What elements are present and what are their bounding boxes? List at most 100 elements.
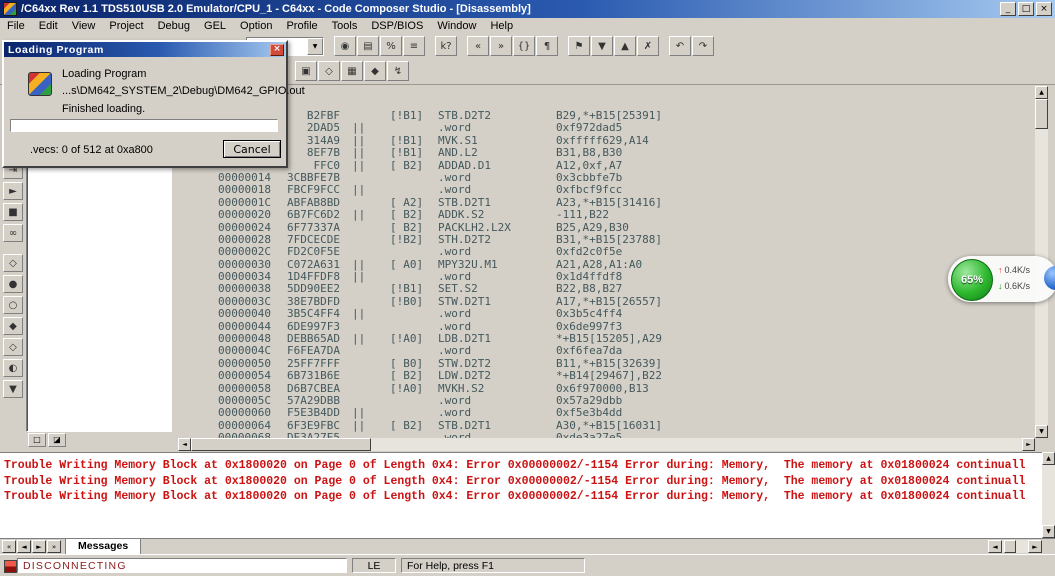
profile-clock-icon[interactable]: ◐ <box>3 359 23 377</box>
restore-button[interactable]: □ <box>1018 2 1034 16</box>
widget-ball-icon[interactable] <box>1044 266 1055 290</box>
address-cell: 00000038 <box>218 282 271 296</box>
animate-icon[interactable]: ∞ <box>3 224 23 242</box>
minimize-button[interactable]: _ <box>1000 2 1016 16</box>
build-output-pane[interactable]: Trouble Writing Memory Block at 0x180002… <box>0 452 1042 538</box>
match-brace-icon[interactable]: {} <box>513 36 535 56</box>
dialog-title: Loading Program <box>8 43 104 56</box>
menu-tools[interactable]: Tools <box>325 19 365 33</box>
clear-bookmarks-icon[interactable]: ✗ <box>637 36 659 56</box>
mixed-mode-icon[interactable]: % <box>380 36 402 56</box>
predicate-cell <box>390 122 438 134</box>
scroll-left-icon[interactable]: ◄ <box>988 540 1002 553</box>
disassembly-row[interactable]: 00000054 6B731B6E [ B2] LDW.D2T2 *+B14[29467… <box>178 369 1035 382</box>
menu-project[interactable]: Project <box>102 19 150 33</box>
section-progress-text: .vecs: 0 of 512 at 0xa800 <box>30 144 153 156</box>
toggle-probe-icon[interactable]: ◆ <box>3 317 23 335</box>
scroll-down-icon[interactable]: ▼ <box>1035 425 1048 438</box>
operands-cell: 0xf6fea7da <box>556 344 623 358</box>
next-tab-button[interactable]: ► <box>32 540 46 553</box>
disassembly-row[interactable]: 00000018 FBCF9FCC || .word 0xfbcf9fcc <box>178 183 1035 196</box>
parallel-cell: || <box>352 406 366 420</box>
title-bar[interactable]: /C64xx Rev 1.1 TDS510USB 2.0 Emulator/CP… <box>0 0 1055 18</box>
cancel-button[interactable]: Cancel <box>223 140 281 158</box>
disassembly-row[interactable]: 00000020 6B7FC6D2 || [ B2] ADDK.S2 -111,B22 <box>178 208 1035 221</box>
scroll-right-icon[interactable]: ► <box>1028 540 1042 553</box>
tab-messages[interactable]: Messages <box>65 538 142 555</box>
gel-run-icon[interactable]: ↯ <box>387 61 409 81</box>
halt-icon[interactable]: ■ <box>3 203 23 221</box>
last-tab-button[interactable]: » <box>47 540 61 553</box>
horizontal-scrollbar[interactable]: ◄ ► <box>178 438 1035 451</box>
memory-save-icon[interactable]: ▼ <box>3 380 23 398</box>
select-pointer-icon[interactable]: ▣ <box>295 61 317 81</box>
context-help-icon[interactable]: k? <box>435 36 457 56</box>
menu-gel[interactable]: GEL <box>197 19 233 33</box>
scroll-down-icon[interactable]: ▼ <box>1042 525 1055 538</box>
menu-window[interactable]: Window <box>430 19 483 33</box>
indent-icon[interactable]: » <box>490 36 512 56</box>
scroll-up-icon[interactable]: ▲ <box>1035 86 1048 99</box>
scroll-up-icon[interactable]: ▲ <box>1042 452 1055 465</box>
dialog-close-icon[interactable]: × <box>270 43 284 56</box>
first-tab-button[interactable]: « <box>2 540 16 553</box>
status-bar: DISCONNECTING LE For Help, press F1 <box>0 554 1055 576</box>
dialog-title-bar[interactable]: Loading Program × <box>4 42 286 57</box>
grab-hand-icon[interactable]: ◇ <box>318 61 340 81</box>
remove-probes-icon[interactable]: ◇ <box>3 338 23 356</box>
find-next-icon[interactable]: ◉ <box>334 36 356 56</box>
parallel-cell <box>340 283 390 295</box>
disassembly-row[interactable]: 2DAD5 || .word 0xf972dad5 <box>178 121 1035 134</box>
parallel-cell: || <box>352 307 366 321</box>
remove-breakpoints-icon[interactable]: ○ <box>3 296 23 314</box>
scroll-right-icon[interactable]: ► <box>1022 438 1035 451</box>
parallel-cell <box>340 172 390 184</box>
output-scrollbar[interactable]: ▲ ▼ <box>1042 452 1055 538</box>
operands-cell: 0x3b5c4ff4 <box>556 307 623 321</box>
horizontal-scroll-thumb[interactable] <box>191 438 371 451</box>
scroll-left-icon[interactable]: ◄ <box>178 438 191 451</box>
run-icon[interactable]: ► <box>3 182 23 200</box>
dialog-heading: Loading Program <box>62 68 147 80</box>
outdent-icon[interactable]: « <box>467 36 489 56</box>
tab-bar-scrollbar[interactable]: ◄ ► <box>988 540 1042 553</box>
close-button[interactable]: × <box>1036 2 1052 16</box>
menu-edit[interactable]: Edit <box>32 19 65 33</box>
run-free-icon[interactable]: ◇ <box>3 254 23 272</box>
disassembly-row[interactable]: 8EF7B || [!B1] AND.L2 B31,B8,B30 <box>178 146 1035 159</box>
combobox-dropdown-icon[interactable]: ▼ <box>307 38 323 55</box>
progress-badge[interactable]: 65% <box>951 259 993 301</box>
print-icon[interactable]: ▦ <box>341 61 363 81</box>
menu-view[interactable]: View <box>65 19 103 33</box>
disassembly-row[interactable]: 00000060 F5E3B4DD || .word 0xf5e3b4dd <box>178 406 1035 420</box>
toggle-breakpoint-icon[interactable]: ● <box>3 275 23 293</box>
menu-file[interactable]: File <box>0 19 32 33</box>
back-icon[interactable]: ↶ <box>669 36 691 56</box>
predicate-cell <box>390 184 438 196</box>
menu-option[interactable]: Option <box>233 19 279 33</box>
find-in-files-icon[interactable]: ▤ <box>357 36 379 56</box>
disassembly-row[interactable]: 0000002C FD2C0F5E .word 0xfd2c0f5e <box>178 245 1035 258</box>
menu-help[interactable]: Help <box>483 19 520 33</box>
project-view-tab[interactable]: □ <box>28 433 46 447</box>
disassembly-view[interactable]: B2FBF [!B1] STB.D2T2 B29,*+B15[25391] 2DAD5… <box>178 86 1035 438</box>
bookmarks-view-tab[interactable]: ◪ <box>48 433 66 447</box>
tab-scroll-thumb[interactable] <box>1004 540 1016 553</box>
forward-icon[interactable]: ↷ <box>692 36 714 56</box>
menu-profile[interactable]: Profile <box>279 19 324 33</box>
toggle-bookmark-icon[interactable]: ⚑ <box>568 36 590 56</box>
menu-dsp-bios[interactable]: DSP/BIOS <box>364 19 430 33</box>
download-monitor-widget[interactable]: 65% ↑ 0.4K/s ↓ 0.6K/s <box>948 256 1055 302</box>
loading-program-dialog[interactable]: Loading Program × Loading Program ...s\D… <box>2 40 305 168</box>
vertical-scroll-thumb[interactable] <box>1035 99 1048 129</box>
probe-point-icon[interactable]: ◆ <box>364 61 386 81</box>
disassembly-row[interactable]: 00000038 5DD90EE2 [!B1] SET.S2 B22,B8,B27 <box>178 282 1035 296</box>
disassembly-row[interactable]: 0000004C F6FEA7DA .word 0xf6fea7da <box>178 344 1035 358</box>
bookmark-list-icon[interactable]: ≡ <box>403 36 425 56</box>
disassembly-row[interactable]: 00000040 3B5C4FF4 || .word 0x3b5c4ff4 <box>178 307 1035 321</box>
prev-tab-button[interactable]: ◄ <box>17 540 31 553</box>
menu-debug[interactable]: Debug <box>151 19 197 33</box>
comment-icon[interactable]: ¶ <box>536 36 558 56</box>
next-bookmark-icon[interactable]: ▼ <box>591 36 613 56</box>
prev-bookmark-icon[interactable]: ▲ <box>614 36 636 56</box>
